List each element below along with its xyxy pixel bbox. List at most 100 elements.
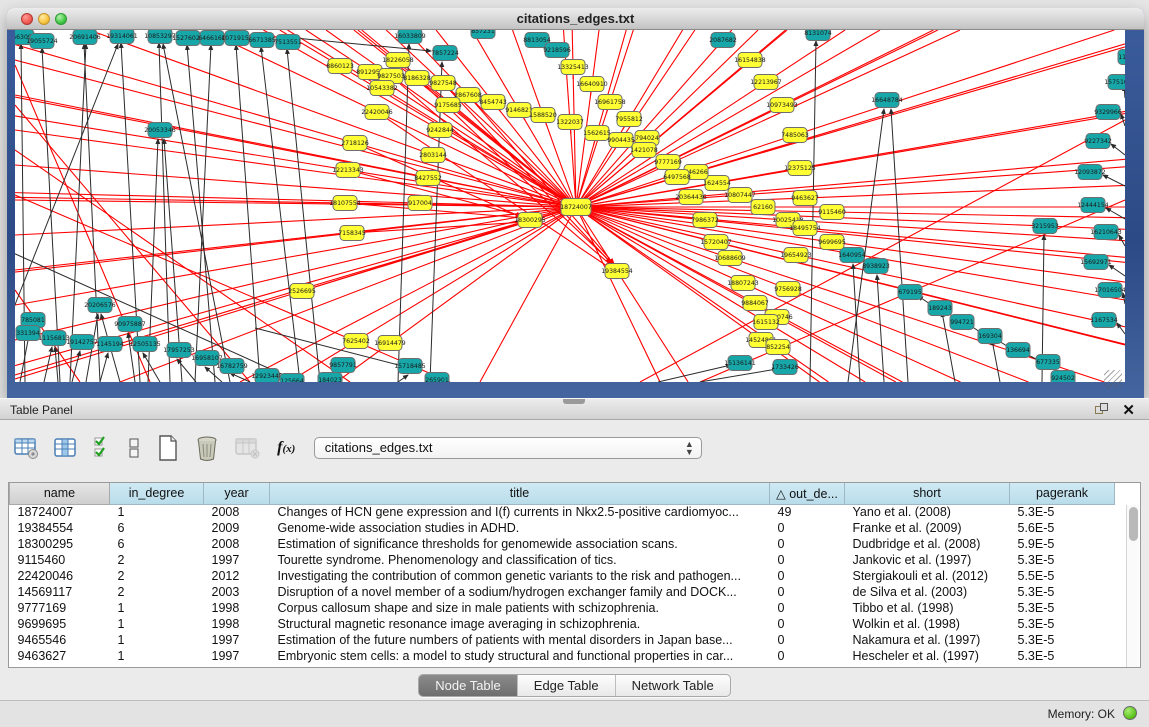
show-column-icon[interactable] [54, 436, 78, 460]
close-panel-icon[interactable]: ✕ [1122, 401, 1135, 419]
graph-node[interactable]: 19314061 [106, 30, 138, 44]
graph-node[interactable]: 9756928 [774, 282, 802, 297]
select-attributes-icon[interactable] [93, 435, 113, 461]
graph-node[interactable]: 12093872 [1074, 165, 1106, 180]
graph-node[interactable]: 1322037 [556, 115, 584, 130]
graph-node[interactable]: 17016504 [1094, 283, 1125, 298]
graph-node[interactable]: 20053346 [144, 123, 176, 138]
graph-node[interactable]: 10688609 [714, 251, 746, 266]
graph-node[interactable]: 9904435 [607, 133, 635, 148]
graph-node[interactable]: 9218596 [543, 43, 571, 58]
function-builder-icon[interactable]: f(x) [277, 439, 295, 457]
column-header-pagerank[interactable]: pagerank [1010, 483, 1115, 504]
table-row[interactable]: 977716911998Corpus callosum shape and si… [10, 600, 1115, 616]
graph-node[interactable]: 15718485 [394, 359, 426, 374]
graph-node[interactable]: 857231 [471, 30, 495, 39]
graph-node[interactable]: 12923448 [251, 369, 283, 383]
graph-node[interactable]: 9227342 [1084, 134, 1112, 149]
graph-node[interactable]: 12213343 [332, 163, 364, 178]
graph-node[interactable]: 917004 [408, 196, 432, 211]
table-row[interactable]: 946554611997Estimation of the future num… [10, 632, 1115, 648]
graph-node[interactable]: 20206576 [84, 298, 116, 313]
graph-node[interactable]: 11156813 [38, 331, 70, 346]
graph-node[interactable]: 16648784 [871, 93, 903, 108]
graph-node[interactable]: 16210643 [1090, 225, 1122, 240]
graph-node[interactable]: 6497568 [663, 170, 691, 185]
column-header-year[interactable]: year [204, 483, 270, 504]
graph-node[interactable]: 7158345 [338, 226, 366, 241]
new-table-icon[interactable] [156, 434, 180, 462]
graph-node[interactable]: 1640954 [838, 248, 866, 263]
split-drag-handle[interactable] [563, 399, 585, 404]
graph-node[interactable]: 15136141 [724, 356, 756, 371]
column-header-out_de[interactable]: △ out_de... [770, 483, 845, 504]
graph-node[interactable]: 17957253 [163, 343, 195, 358]
graph-node[interactable]: 15751074 [1104, 75, 1125, 90]
graph-node[interactable]: 189243 [928, 301, 952, 316]
graph-node[interactable]: 994721 [950, 315, 974, 330]
graph-node[interactable]: 7625402 [342, 334, 370, 349]
network-canvas[interactable]: 1663090190557242069140619314061108532971… [15, 30, 1125, 382]
graph-node[interactable]: 18807243 [727, 276, 759, 291]
graph-node[interactable]: 7485063 [781, 128, 809, 143]
graph-node[interactable]: 8860123 [326, 59, 354, 74]
table-mode-icon[interactable] [127, 435, 141, 461]
graph-node[interactable]: 62160 [751, 200, 775, 215]
graph-node[interactable]: 9699695 [818, 235, 846, 250]
graph-node[interactable]: 20691406 [69, 30, 101, 45]
graph-node[interactable]: 90975887 [114, 317, 146, 332]
graph-node[interactable]: 18226058 [382, 53, 414, 68]
graph-node[interactable]: 265901 [425, 373, 449, 383]
column-header-title[interactable]: title [270, 483, 770, 504]
graph-node[interactable]: 9857791 [329, 358, 357, 373]
graph-node[interactable]: 12444154 [1077, 198, 1109, 213]
graph-node[interactable]: 10543382 [366, 81, 398, 96]
graph-node[interactable]: 8131074 [804, 30, 832, 41]
tab-network-table[interactable]: Network Table [616, 675, 730, 696]
graph-node[interactable]: 10807447 [724, 188, 756, 203]
graph-node[interactable]: 9463627 [791, 191, 819, 206]
table-row[interactable]: 946362711997Embryonic stem cells: a mode… [10, 648, 1115, 664]
graph-node[interactable]: 1421078 [630, 143, 658, 158]
graph-node[interactable]: 18495754 [789, 221, 821, 236]
graph-node[interactable]: 19142757 [66, 335, 98, 350]
column-header-short[interactable]: short [845, 483, 1010, 504]
tab-edge-table[interactable]: Edge Table [518, 675, 616, 696]
graph-node[interactable]: 9777169 [654, 155, 682, 170]
graph-node[interactable]: 136694 [1006, 343, 1030, 358]
tab-node-table[interactable]: Node Table [419, 675, 518, 696]
graph-node[interactable]: 6671385 [248, 33, 276, 48]
graph-node[interactable]: 16782759 [216, 359, 248, 374]
graph-node[interactable]: 8454743 [479, 95, 507, 110]
graph-node[interactable]: 19384554 [601, 264, 633, 279]
graph-node[interactable]: 2526695 [288, 284, 316, 299]
graph-node[interactable]: 8427552 [414, 171, 442, 186]
table-row[interactable]: 1830029562008Estimation of significance … [10, 536, 1115, 552]
window-titlebar[interactable]: citations_edges.txt [7, 8, 1144, 30]
graph-node[interactable]: 19654923 [780, 248, 812, 263]
graph-node[interactable]: 16914479 [374, 336, 406, 351]
graph-node[interactable]: 7857224 [431, 46, 459, 61]
graph-node[interactable]: 9175685 [434, 98, 462, 113]
graph-node[interactable]: 7955812 [615, 112, 643, 127]
graph-node[interactable]: 10973493 [766, 98, 798, 113]
graph-node[interactable]: 16640910 [576, 77, 608, 92]
table-row[interactable]: 1872400712008Changes of HCN gene express… [10, 504, 1115, 520]
graph-node[interactable]: 924502 [1051, 371, 1075, 383]
graph-node[interactable]: 2087682 [709, 33, 737, 48]
scrollbar-thumb[interactable] [1129, 507, 1138, 541]
graph-node[interactable]: 679195 [898, 285, 922, 300]
float-panel-icon[interactable] [1095, 403, 1109, 417]
graph-node[interactable]: 9329966 [1094, 105, 1122, 120]
graph-node[interactable]: 1167534 [1090, 313, 1118, 328]
graph-node[interactable]: 18107554 [329, 196, 361, 211]
graph-node[interactable]: 1733426 [771, 360, 799, 375]
column-header-in_degree[interactable]: in_degree [110, 483, 204, 504]
table-row[interactable]: 1938455462009Genome-wide association stu… [10, 520, 1115, 536]
graph-node[interactable]: 7986372 [691, 213, 719, 228]
graph-node[interactable]: 7513551 [274, 35, 302, 50]
graph-node[interactable]: 1588520 [529, 108, 557, 123]
graph-node[interactable]: 9827548 [429, 76, 457, 91]
graph-node[interactable]: 13325413 [557, 60, 589, 75]
graph-node[interactable]: 9115460 [818, 205, 846, 220]
